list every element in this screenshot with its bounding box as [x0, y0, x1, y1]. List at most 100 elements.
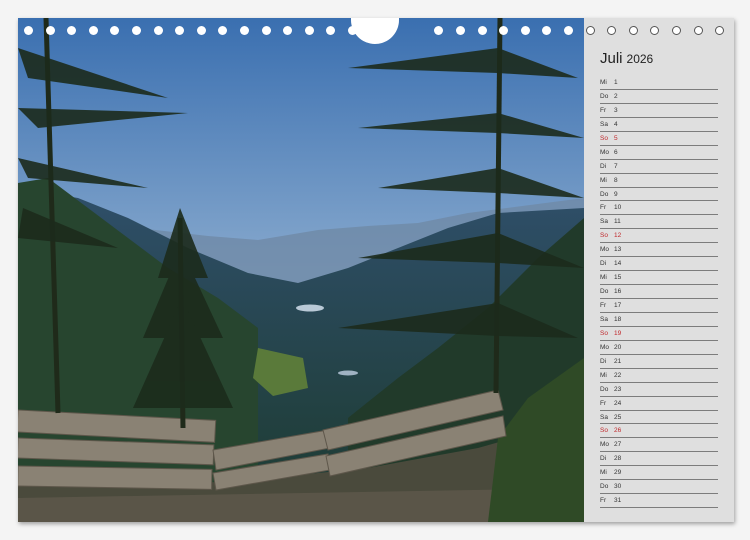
day-list: Mi 1 Do 2 Fr 3 Sa 4 So 5 Mo 6 Di 7 Mi 8 Do 9 Fr 10 Sa 11 So 12 M…	[600, 76, 718, 509]
day-number: 6	[614, 148, 618, 156]
day-row: Sa 4	[600, 118, 718, 132]
day-number: 5	[614, 134, 618, 142]
weekday-label: Sa	[600, 218, 608, 226]
weekday-label: So	[600, 232, 608, 240]
weekday-label: Do	[600, 190, 609, 198]
day-row: Di 14	[600, 257, 718, 272]
weekday-label: Fr	[600, 204, 607, 212]
weekday-label: Sa	[600, 413, 608, 421]
binding-ring	[304, 26, 314, 35]
day-row: Fr 10	[600, 201, 718, 216]
weekday-label: Di	[600, 455, 607, 463]
binding-ring	[196, 26, 206, 35]
binding-ring	[283, 26, 293, 35]
day-number: 29	[614, 469, 622, 477]
day-number: 12	[614, 232, 622, 240]
weekday-label: Mo	[600, 441, 610, 449]
binding-ring	[110, 26, 120, 35]
weekday-label: Sa	[600, 120, 608, 128]
binding-ring	[218, 26, 228, 35]
day-number: 30	[614, 483, 622, 491]
weekday-label: Mi	[600, 176, 607, 184]
day-number: 18	[614, 315, 622, 323]
day-row: Sa 18	[600, 313, 718, 327]
day-number: 26	[614, 427, 622, 435]
weekday-label: Do	[600, 385, 609, 393]
weekday-label: Mi	[600, 469, 607, 477]
day-row: Mi 22	[600, 369, 718, 383]
day-row: So 19	[600, 327, 718, 341]
weekday-label: So	[600, 134, 608, 142]
day-row: Mo 13	[600, 243, 718, 258]
weekday-label: Do	[600, 92, 609, 100]
binding-ring	[499, 26, 509, 35]
day-number: 24	[614, 399, 622, 407]
day-row: Di 7	[600, 160, 718, 174]
weekday-label: Mi	[600, 371, 607, 379]
day-number: 22	[614, 371, 622, 379]
day-number: 13	[614, 246, 622, 254]
day-row: Mi 1	[600, 76, 718, 90]
day-number: 2	[614, 92, 618, 100]
day-row: Mo 27	[600, 438, 718, 453]
weekday-label: Fr	[600, 106, 607, 114]
binding-ring	[326, 26, 336, 35]
binding-ring	[45, 26, 55, 35]
day-number: 25	[614, 413, 622, 421]
binding-ring	[585, 26, 595, 35]
binding-ring	[175, 26, 185, 35]
day-row: Mi 29	[600, 466, 718, 481]
day-number: 19	[614, 329, 622, 337]
day-row: Mo 20	[600, 341, 718, 355]
day-row: Mo 6	[600, 146, 718, 160]
day-number: 20	[614, 343, 622, 351]
month-title: Juli 2026	[600, 50, 653, 67]
day-row: Fr 24	[600, 397, 718, 411]
month-name: Juli	[600, 50, 623, 67]
weekday-label: Mo	[600, 246, 610, 254]
binding-ring	[564, 26, 573, 35]
landscape-photo	[18, 18, 584, 522]
weekday-label: Fr	[600, 399, 607, 407]
weekday-label: Di	[600, 260, 607, 268]
day-row: Do 9	[600, 188, 718, 202]
day-number: 23	[614, 385, 622, 393]
day-number: 1	[614, 79, 618, 86]
binding-ring	[24, 26, 33, 35]
binding-ring	[693, 26, 703, 35]
day-row: Fr 3	[600, 104, 718, 118]
day-row: Do 23	[600, 383, 718, 397]
day-number: 17	[614, 302, 622, 309]
day-number: 3	[614, 106, 618, 114]
day-row: So 5	[600, 132, 718, 146]
binding-ring	[607, 26, 617, 35]
day-number: 14	[614, 260, 622, 268]
binding-ring	[240, 26, 249, 35]
day-row: Mi 8	[600, 174, 718, 188]
day-row: Do 16	[600, 285, 718, 299]
day-number: 28	[614, 455, 622, 463]
weekday-label: Fr	[600, 302, 607, 309]
binding-ring	[650, 26, 660, 35]
binding-ring	[434, 26, 444, 35]
day-number: 31	[614, 497, 622, 505]
day-row: Sa 25	[600, 411, 718, 425]
binding-ring	[520, 26, 530, 35]
weekday-label: Sa	[600, 315, 608, 323]
binding-ring	[542, 26, 552, 35]
day-row: Sa 11	[600, 215, 718, 230]
weekday-label: Di	[600, 357, 607, 365]
day-row: Fr 17	[600, 299, 718, 313]
binding-ring	[715, 26, 725, 35]
weekday-label: Mi	[600, 274, 607, 282]
weekday-label: Do	[600, 288, 609, 296]
day-number: 9	[614, 190, 618, 198]
day-row: So 26	[600, 424, 718, 439]
binding-ring	[628, 26, 638, 35]
day-number: 10	[614, 204, 622, 212]
weekday-label: Fr	[600, 497, 607, 505]
day-number: 4	[614, 120, 618, 128]
day-row: Di 28	[600, 452, 718, 467]
day-row: Fr 31	[600, 494, 718, 509]
day-row: Di 21	[600, 355, 718, 369]
